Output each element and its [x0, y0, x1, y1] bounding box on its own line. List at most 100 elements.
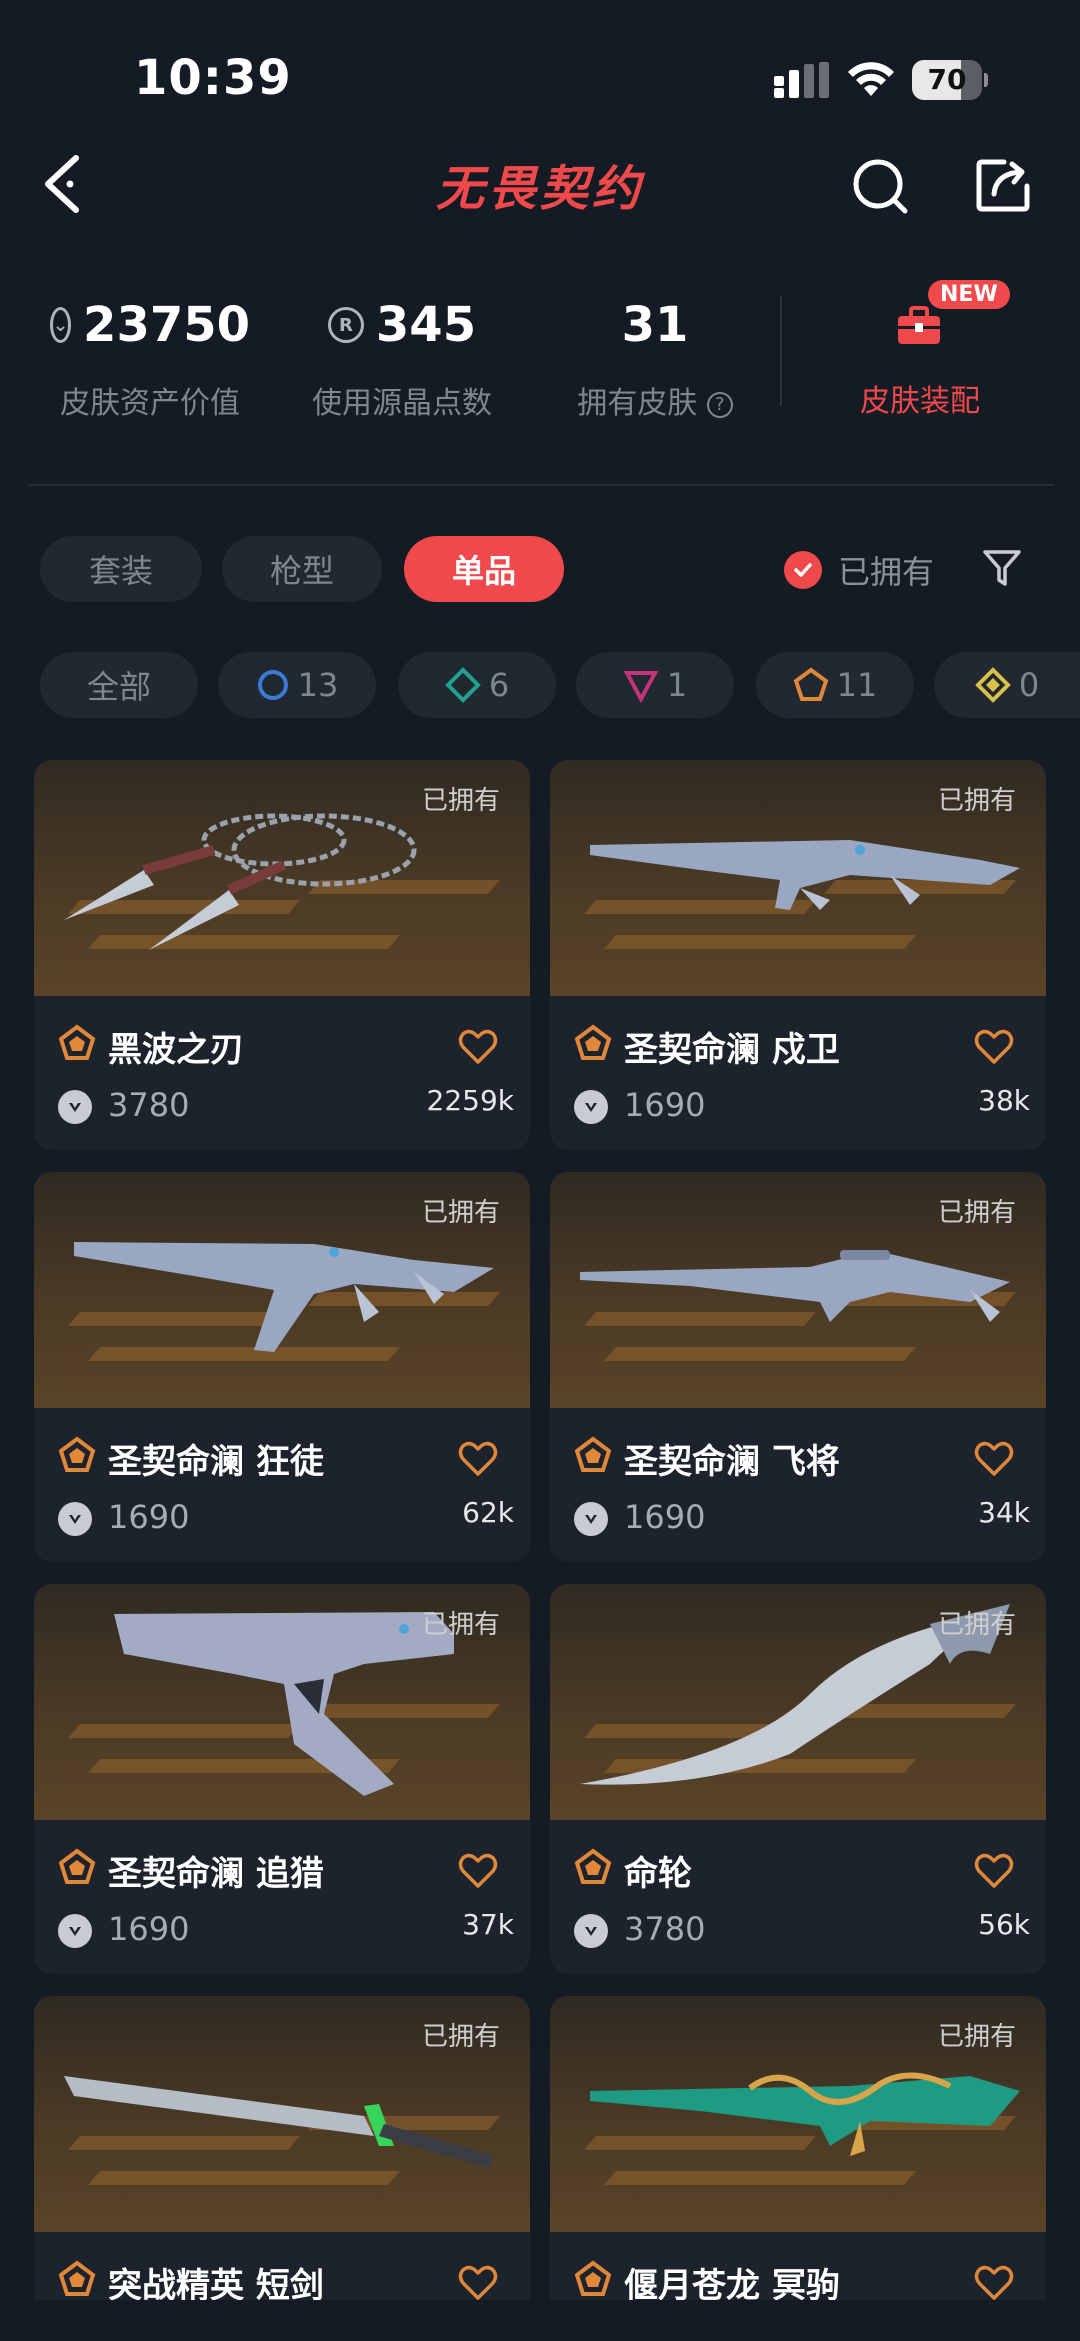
valorant-points-icon: [58, 1090, 92, 1124]
heart-icon[interactable]: [458, 1440, 498, 1478]
checkmark-icon: [784, 551, 822, 589]
exclusive-tier-icon: [574, 1024, 612, 1060]
tab-single-items[interactable]: 单品: [404, 536, 564, 602]
asset-value: 23750: [83, 297, 251, 353]
valorant-points-icon: [574, 1090, 608, 1124]
status-bar: 10:39 70: [0, 0, 1080, 150]
skin-price: 1690: [108, 1910, 190, 1948]
search-icon[interactable]: [852, 158, 908, 214]
rarity-filter-ultra[interactable]: 0: [934, 652, 1080, 718]
skin-grid: 已拥有 黑波之刃 3780 2259k 已拥有 圣契命澜 戍卫 1690 38k 已拥有 圣契命澜…: [0, 760, 1080, 2300]
heart-icon[interactable]: [974, 1028, 1014, 1066]
skin-name: 命轮: [624, 1854, 692, 1894]
skins-owned-value: 31: [621, 297, 689, 353]
owned-filter-toggle[interactable]: 已拥有: [784, 548, 934, 592]
exclusive-tier-icon: [58, 1848, 96, 1884]
skin-image: 已拥有: [550, 1584, 1046, 1820]
owned-tag: 已拥有: [421, 786, 500, 816]
radianite-value: 345: [375, 297, 477, 353]
owned-tag: 已拥有: [937, 1610, 1016, 1640]
heart-icon[interactable]: [458, 1852, 498, 1890]
skin-price: 3780: [624, 1910, 706, 1948]
exclusive-tier-icon: [574, 1436, 612, 1472]
app-logo: 无畏契约: [400, 154, 680, 217]
radianite-stat: R 345 使用源晶点数: [302, 290, 502, 422]
radianite-icon: R: [327, 307, 364, 343]
back-arrow-icon[interactable]: [40, 152, 88, 216]
owned-tag: 已拥有: [421, 2022, 500, 2052]
heart-icon[interactable]: [458, 2264, 498, 2300]
cellular-signal-icon: [774, 62, 829, 98]
skin-price: 1690: [108, 1498, 190, 1536]
rarity-filter-count: 1: [666, 666, 688, 704]
premium-tier-icon: [623, 671, 659, 703]
rarity-filter-count: 6: [488, 666, 510, 704]
asset-value-label: 皮肤资产价值: [60, 386, 240, 421]
new-badge: NEW: [928, 280, 1010, 309]
skin-image: 已拥有: [34, 1172, 530, 1408]
skin-name: 圣契命澜 追猎: [108, 1854, 324, 1894]
owned-tag: 已拥有: [937, 2022, 1016, 2052]
exclusive-tier-icon: [574, 2260, 612, 2296]
toolbox-icon: [898, 306, 940, 344]
skin-card[interactable]: 已拥有 圣契命澜 飞将 1690 34k: [550, 1172, 1046, 1562]
skin-card[interactable]: 已拥有 命轮 3780 56k: [550, 1584, 1046, 1974]
exclusive-tier-icon: [793, 667, 828, 701]
owned-tag: 已拥有: [937, 786, 1016, 816]
heart-icon[interactable]: [974, 1440, 1014, 1478]
radianite-label: 使用源晶点数: [312, 386, 492, 421]
skin-card[interactable]: 已拥有 突战精英 短剑: [34, 1996, 530, 2300]
tab-label: 枪型: [269, 552, 334, 590]
skin-likes: 38k: [978, 1084, 1030, 1117]
skins-owned-label: 拥有皮肤: [577, 386, 698, 421]
bottom-edge: [0, 2300, 1080, 2341]
skin-likes: 2259k: [426, 1084, 514, 1117]
heart-icon[interactable]: [974, 2264, 1014, 2300]
skin-price: 1690: [624, 1498, 706, 1536]
heart-icon[interactable]: [458, 1028, 498, 1066]
rarity-filter-count: 13: [297, 666, 339, 704]
skins-owned-stat[interactable]: 31 拥有皮肤 ?: [560, 290, 750, 422]
rarity-filter-premium[interactable]: 1: [576, 652, 734, 718]
rarity-filter-exclusive[interactable]: 11: [756, 652, 914, 718]
status-time: 10:39: [134, 50, 292, 106]
skin-image: 已拥有: [34, 760, 530, 996]
battery-icon: 70: [912, 60, 988, 100]
tab-bundles[interactable]: 套装: [40, 536, 202, 602]
valorant-points-icon: [574, 1914, 608, 1948]
rarity-filter-count: 11: [836, 666, 878, 704]
skin-card[interactable]: 已拥有 圣契命澜 追猎 1690 37k: [34, 1584, 530, 1974]
skin-likes: 34k: [978, 1496, 1030, 1529]
skin-image: 已拥有: [550, 760, 1046, 996]
skin-loadout-button[interactable]: NEW 皮肤装配: [830, 280, 1010, 430]
rarity-filter-all[interactable]: 全部: [40, 652, 198, 718]
skin-price: 1690: [624, 1086, 706, 1124]
rarity-filter-deluxe[interactable]: 6: [398, 652, 556, 718]
valorant-points-icon: ⌄: [49, 307, 72, 343]
filter-icon[interactable]: [982, 548, 1022, 588]
page-title: 无畏契约: [435, 161, 644, 217]
owned-tag: 已拥有: [421, 1610, 500, 1640]
exclusive-tier-icon: [58, 1436, 96, 1472]
select-tier-icon: [257, 670, 288, 700]
skin-card[interactable]: 已拥有偃月苍龙 冥驹: [550, 1996, 1046, 2300]
skin-image: 已拥有: [550, 1996, 1046, 2232]
asset-value-stat: ⌄ 23750 皮肤资产价值: [49, 290, 251, 422]
tab-weapon-type[interactable]: 枪型: [222, 536, 382, 602]
skin-card[interactable]: 已拥有 黑波之刃 3780 2259k: [34, 760, 530, 1150]
skin-likes: 62k: [462, 1496, 514, 1529]
skin-name: 黑波之刃: [108, 1030, 244, 1070]
share-icon[interactable]: [974, 156, 1032, 214]
owned-tag: 已拥有: [937, 1198, 1016, 1228]
exclusive-tier-icon: [574, 1848, 612, 1884]
help-icon[interactable]: ?: [706, 391, 733, 418]
skin-card[interactable]: 已拥有 圣契命澜 戍卫 1690 38k: [550, 760, 1046, 1150]
rarity-filter-select[interactable]: 13: [218, 652, 376, 718]
owned-filter-label: 已拥有: [838, 553, 935, 591]
heart-icon[interactable]: [974, 1852, 1014, 1890]
section-divider: [28, 484, 1054, 486]
skin-loadout-label: 皮肤装配: [860, 384, 980, 419]
skin-card[interactable]: 已拥有 圣契命澜 狂徒 1690 62k: [34, 1172, 530, 1562]
skin-name: 偃月苍龙 冥驹: [624, 2266, 840, 2300]
deluxe-tier-icon: [444, 667, 481, 703]
